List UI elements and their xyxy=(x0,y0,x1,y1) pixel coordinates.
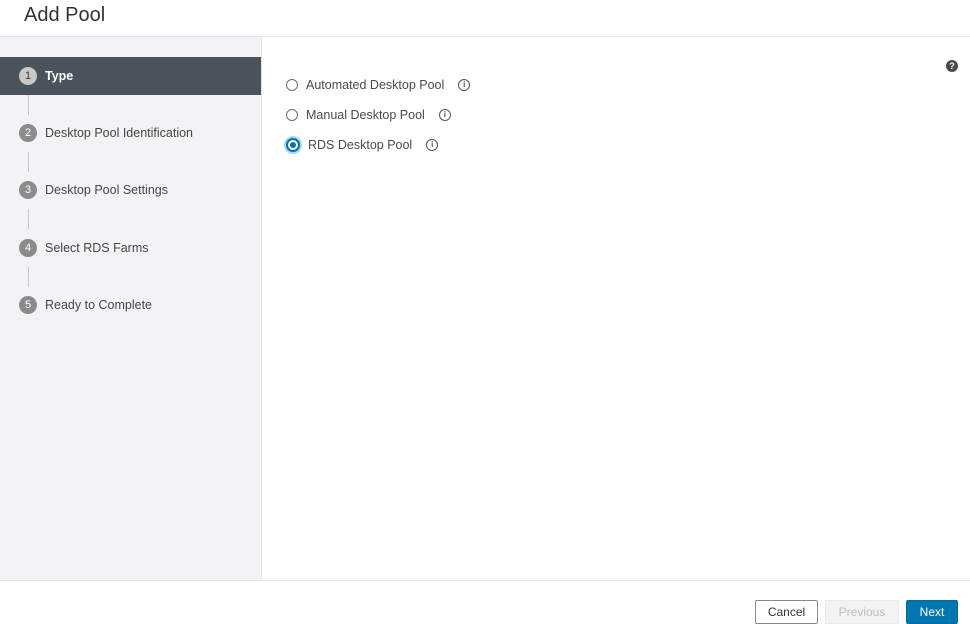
option-label: Manual Desktop Pool xyxy=(306,108,425,122)
step-connector xyxy=(28,95,29,115)
step-label: Desktop Pool Settings xyxy=(45,183,168,197)
rds-desktop-pool-radio[interactable] xyxy=(286,138,300,152)
option-manual-desktop-pool[interactable]: Manual Desktop Pool i xyxy=(286,105,451,125)
step-connector xyxy=(28,267,29,287)
footer-divider xyxy=(0,580,970,581)
wizard-steps-sidebar: 1 Type 2 Desktop Pool Identification 3 D… xyxy=(0,37,262,580)
step-ready-to-complete[interactable]: 5 Ready to Complete xyxy=(0,286,261,324)
cancel-button[interactable]: Cancel xyxy=(755,600,818,624)
step-number: 2 xyxy=(19,124,37,142)
manual-desktop-pool-radio[interactable] xyxy=(286,109,298,121)
help-icon[interactable]: ? xyxy=(946,60,958,72)
step-label: Select RDS Farms xyxy=(45,241,149,255)
step-desktop-pool-settings[interactable]: 3 Desktop Pool Settings xyxy=(0,171,261,209)
step-label: Ready to Complete xyxy=(45,298,153,312)
step-number: 3 xyxy=(19,181,37,199)
step-connector xyxy=(28,152,29,172)
option-label: Automated Desktop Pool xyxy=(306,78,445,92)
step-number: 4 xyxy=(19,239,37,257)
option-automated-desktop-pool[interactable]: Automated Desktop Pool i xyxy=(286,75,471,95)
info-icon[interactable]: i xyxy=(438,109,451,121)
previous-button[interactable]: Previous xyxy=(825,600,899,624)
step-connector xyxy=(28,209,29,229)
automated-desktop-pool-radio[interactable] xyxy=(286,79,298,91)
info-icon[interactable]: i xyxy=(458,79,471,91)
step-desktop-pool-identification[interactable]: 2 Desktop Pool Identification xyxy=(0,114,261,152)
info-icon[interactable]: i xyxy=(426,139,439,151)
step-type[interactable]: 1 Type xyxy=(0,57,261,95)
next-button[interactable]: Next xyxy=(906,600,958,624)
step-number: 5 xyxy=(19,296,37,314)
step-select-rds-farms[interactable]: 4 Select RDS Farms xyxy=(0,229,261,267)
option-label: RDS Desktop Pool xyxy=(308,138,413,152)
step-number: 1 xyxy=(19,67,37,85)
option-rds-desktop-pool[interactable]: RDS Desktop Pool i xyxy=(286,135,439,155)
step-label: Desktop Pool Identification xyxy=(45,126,194,140)
step-label: Type xyxy=(45,69,74,83)
dialog-title: Add Pool xyxy=(24,4,106,26)
